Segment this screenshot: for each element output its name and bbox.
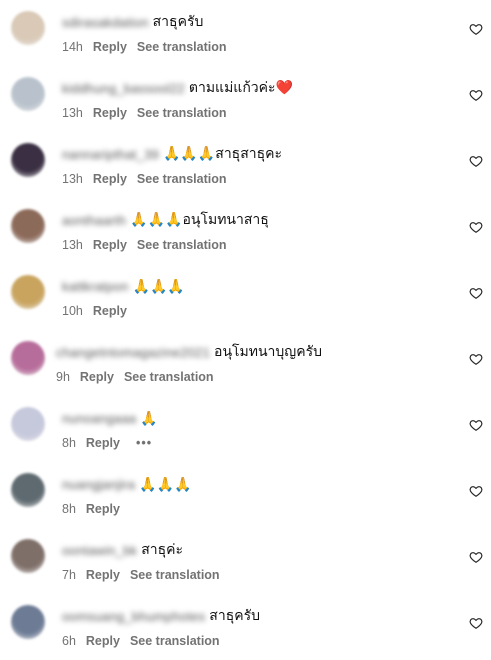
comment-time: 8h (62, 502, 76, 516)
heart-outline-icon[interactable] (469, 220, 483, 234)
comment-text: 🙏🙏🙏 (132, 277, 185, 294)
comment-item: kattkratpon 🙏🙏🙏 10h Reply (0, 264, 491, 330)
comment-time: 14h (62, 40, 83, 54)
reply-button[interactable]: Reply (86, 568, 120, 582)
see-translation-link[interactable]: See translation (137, 40, 227, 54)
comment-time: 9h (56, 370, 70, 384)
avatar[interactable] (11, 539, 45, 573)
avatar[interactable] (11, 407, 45, 441)
comment-item: nunoangaaa 🙏 8h Reply ••• (0, 396, 491, 462)
avatar[interactable] (11, 143, 45, 177)
avatar[interactable] (11, 275, 45, 309)
see-translation-link[interactable]: See translation (137, 238, 227, 252)
comment-body: nunoangaaa 🙏 8h Reply ••• (62, 407, 451, 451)
comment-time: 13h (62, 238, 83, 252)
comment-username[interactable]: oomsuang_bhumphotes (62, 609, 205, 624)
comment-text: 🙏🙏🙏อนุโมทนาสาธุ (130, 211, 269, 227)
reply-button[interactable]: Reply (93, 106, 127, 120)
comment-item: sdirasakdation สาธุครับ 14h Reply See tr… (0, 0, 491, 66)
comment-text: อนุโมทนาบุญครับ (214, 343, 323, 359)
reply-button[interactable]: Reply (93, 238, 127, 252)
heart-outline-icon[interactable] (469, 88, 483, 102)
comment-body: kattkratpon 🙏🙏🙏 10h Reply (62, 275, 451, 319)
see-translation-link[interactable]: See translation (124, 370, 214, 384)
comment-body: kiddhung_bassool22 ตามแม่แก้วค่ะ❤️ 13h R… (62, 77, 451, 121)
comment-item: changetntomagazine2021 อนุโมทนาบุญครับ 9… (0, 330, 491, 396)
comment-text: สาธุครับ (209, 607, 261, 623)
heart-outline-icon[interactable] (469, 550, 483, 564)
avatar[interactable] (11, 341, 45, 375)
heart-outline-icon[interactable] (469, 616, 483, 630)
comment-username[interactable]: oontawin_bk (62, 543, 137, 558)
comment-text: 🙏🙏🙏 (139, 475, 192, 492)
comment-body: aonthaarth 🙏🙏🙏อนุโมทนาสาธุ 13h Reply See… (62, 209, 451, 253)
avatar[interactable] (11, 605, 45, 639)
reply-button[interactable]: Reply (86, 436, 120, 450)
comment-item: nuangjanjira 🙏🙏🙏 8h Reply (0, 462, 491, 528)
comment-list: sdirasakdation สาธุครับ 14h Reply See tr… (0, 0, 491, 656)
avatar[interactable] (11, 77, 45, 111)
comment-item: nannaripthat_39 🙏🙏🙏สาธุสาธุคะ 13h Reply … (0, 132, 491, 198)
heart-outline-icon[interactable] (469, 352, 483, 366)
heart-outline-icon[interactable] (469, 22, 483, 36)
see-translation-link[interactable]: See translation (130, 568, 220, 582)
comment-body: oontawin_bk สาธุค่ะ 7h Reply See transla… (62, 539, 451, 583)
comment-time: 10h (62, 304, 83, 318)
see-translation-link[interactable]: See translation (137, 106, 227, 120)
comment-username[interactable]: kattkratpon (62, 279, 129, 294)
comment-username[interactable]: aonthaarth (62, 213, 126, 228)
reply-button[interactable]: Reply (86, 634, 120, 648)
reply-button[interactable]: Reply (93, 40, 127, 54)
comment-body: sdirasakdation สาธุครับ 14h Reply See tr… (62, 11, 451, 55)
comment-time: 7h (62, 568, 76, 582)
comment-username[interactable]: changetntomagazine2021 (56, 345, 210, 360)
heart-outline-icon[interactable] (469, 154, 483, 168)
comment-username[interactable]: nannaripthat_39 (62, 147, 159, 162)
comment-time: 6h (62, 634, 76, 648)
comment-item: aonthaarth 🙏🙏🙏อนุโมทนาสาธุ 13h Reply See… (0, 198, 491, 264)
comment-item: kiddhung_bassool22 ตามแม่แก้วค่ะ❤️ 13h R… (0, 66, 491, 132)
comment-body: nuangjanjira 🙏🙏🙏 8h Reply (62, 473, 451, 517)
comment-username[interactable]: nunoangaaa (62, 411, 136, 426)
comment-text: สาธุค่ะ (141, 541, 184, 557)
comment-username[interactable]: kiddhung_bassool22 (62, 81, 185, 96)
comment-text: 🙏 (140, 409, 158, 426)
heart-outline-icon[interactable] (469, 484, 483, 498)
comment-username[interactable]: sdirasakdation (62, 15, 149, 30)
reply-button[interactable]: Reply (93, 304, 127, 318)
more-dots-icon[interactable]: ••• (136, 436, 152, 450)
comment-body: nannaripthat_39 🙏🙏🙏สาธุสาธุคะ 13h Reply … (62, 143, 451, 187)
reply-button[interactable]: Reply (93, 172, 127, 186)
avatar[interactable] (11, 209, 45, 243)
comment-time: 8h (62, 436, 76, 450)
comment-text: สาธุครับ (152, 13, 204, 29)
heart-outline-icon[interactable] (469, 418, 483, 432)
comment-body: changetntomagazine2021 อนุโมทนาบุญครับ 9… (56, 341, 451, 385)
avatar[interactable] (11, 473, 45, 507)
comment-time: 13h (62, 172, 83, 186)
reply-button[interactable]: Reply (80, 370, 114, 384)
heart-outline-icon[interactable] (469, 286, 483, 300)
reply-button[interactable]: Reply (86, 502, 120, 516)
avatar[interactable] (11, 11, 45, 45)
comment-body: oomsuang_bhumphotes สาธุครับ 6h Reply Se… (62, 605, 451, 649)
comment-item: oomsuang_bhumphotes สาธุครับ 6h Reply Se… (0, 594, 491, 660)
comment-time: 13h (62, 106, 83, 120)
see-translation-link[interactable]: See translation (130, 634, 220, 648)
see-translation-link[interactable]: See translation (137, 172, 227, 186)
comment-text: ตามแม่แก้วค่ะ❤️ (188, 79, 293, 95)
comment-item: oontawin_bk สาธุค่ะ 7h Reply See transla… (0, 528, 491, 594)
comment-text: 🙏🙏🙏สาธุสาธุคะ (162, 145, 283, 161)
comment-username[interactable]: nuangjanjira (62, 477, 135, 492)
